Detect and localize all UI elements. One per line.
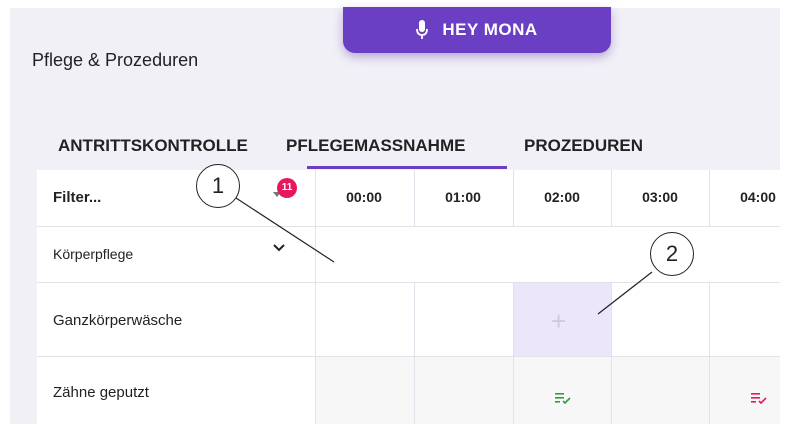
callout-leader-lines — [235, 197, 653, 315]
callout-2: 2 — [650, 232, 694, 276]
callout-1: 1 — [196, 164, 240, 208]
